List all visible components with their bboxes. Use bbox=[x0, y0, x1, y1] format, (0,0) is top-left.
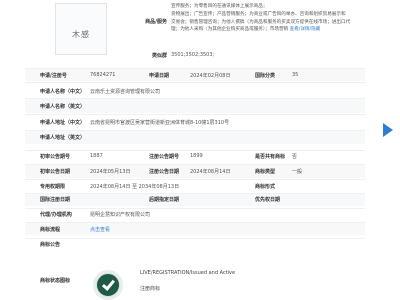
field-value: 否 bbox=[292, 154, 298, 160]
field-value: 云南省昆明市官渡区吴家营街道新亚洲体育城8-10幢1层310号 bbox=[90, 120, 230, 126]
field-label: 后期指定日期 bbox=[149, 197, 180, 203]
field-value: 昆明企慧知识产权有限公司 bbox=[90, 212, 151, 218]
goods-services-content: 宣传服务；为零售目的在通讯媒体上展示商品； 货物展出；广告宣传；产品营销服务；为… bbox=[171, 3, 377, 42]
field-value: 1899 bbox=[190, 153, 203, 159]
goods-line: 理；为他人采购（为其他企业购买商品或服务）；市场营销 查看/详情/隐藏 bbox=[171, 27, 321, 33]
field-value: 2024年05月13日 bbox=[90, 169, 131, 175]
field-value: 1887 bbox=[90, 153, 103, 159]
similar-group-label: 类似群 bbox=[151, 53, 167, 59]
field-label: 注册公告日期 bbox=[149, 169, 180, 175]
status-english: LIVE/REGISTRATION/Issued and Active bbox=[140, 270, 236, 276]
table-row: 商标流程 点击查看 bbox=[25, 222, 365, 235]
trademark-logo: 木感 bbox=[55, 3, 107, 55]
goods-line: 货物展出；广告宣传；产品营销服务；为商业或广告目的举办、咨询和组织贸易展示和 bbox=[171, 11, 346, 17]
arrow-right-icon[interactable] bbox=[380, 122, 396, 138]
field-label: 申请人名称（中文） bbox=[40, 89, 86, 95]
field-label: 优先权日期 bbox=[255, 197, 281, 203]
trademark-logo-text: 木感 bbox=[72, 30, 90, 39]
field-label: 申请日期 bbox=[149, 73, 170, 79]
checkmark-icon bbox=[101, 277, 116, 291]
goods-more-link[interactable]: 查看/详情/隐藏 bbox=[290, 27, 321, 32]
status-row: 商标状态图标 bbox=[25, 252, 365, 300]
field-label: 商标流程 bbox=[40, 227, 61, 233]
field-label: 代理/办理机构 bbox=[40, 212, 72, 218]
field-label: 国际注册日期 bbox=[40, 197, 71, 203]
table-row: 申请人地址（英文） bbox=[25, 130, 365, 144]
table-row: 初审公告日期 2024年05月13日 注册公告日期 2024年08月14日 商标… bbox=[25, 164, 365, 178]
goods-services-label: 商品/服务 bbox=[145, 19, 167, 25]
trademark-detail-panel: 木感 商品/服务 宣传服务；为零售目的在通讯媒体上展示商品； 货物展出；广告宣传… bbox=[25, 0, 365, 300]
registered-status-badge bbox=[93, 270, 123, 300]
table-row: 专用权期限 2024年08月14日 至 2034年08月13日 商标形式 bbox=[25, 179, 365, 192]
field-label: 申请人地址（中文） bbox=[40, 120, 86, 126]
field-label: 申请人名称（英文） bbox=[40, 104, 86, 110]
field-value: 76824271 bbox=[90, 72, 116, 78]
field-label: 注册公告期号 bbox=[149, 154, 180, 160]
table-row: 代理/办理机构 昆明企慧知识产权有限公司 bbox=[25, 208, 365, 221]
table-row: 初审公告期号 1887 注册公告期号 1899 是否共有商标 否 bbox=[25, 150, 365, 163]
field-value: 2024年02月08日 bbox=[190, 73, 231, 79]
field-label: 商标形式 bbox=[255, 184, 276, 190]
field-value: 2024年08月14日 bbox=[190, 169, 231, 175]
status-label: 商标状态图标 bbox=[40, 278, 71, 284]
field-value: 2024年08月14日 至 2034年08月13日 bbox=[90, 184, 180, 190]
table-row: 申请人名称（中文） 云南乐土资源咨询管理有限公司 bbox=[25, 82, 365, 97]
field-label: 初审公告日期 bbox=[40, 169, 71, 175]
field-value: 35 bbox=[292, 72, 299, 78]
similar-group-row: 类似群 3501;3502;3503; bbox=[109, 50, 377, 62]
field-label: 国际分类 bbox=[255, 73, 276, 79]
field-label: 是否共有商标 bbox=[255, 154, 286, 160]
goods-line: 交易会；销售管理咨询；为他人撰稿（为商品和服务的买卖双方提供在线市场；进出口代 bbox=[171, 19, 351, 25]
table-row: 国际注册日期 后期指定日期 优先权日期 bbox=[25, 193, 365, 206]
badge-seal bbox=[96, 273, 120, 297]
goods-line: 宣传服务；为零售目的在通讯媒体上展示商品； bbox=[171, 4, 268, 9]
field-label: 商标类型 bbox=[255, 169, 276, 175]
table-row: 商标公告 bbox=[25, 238, 365, 250]
process-view-link[interactable]: 点击查看 bbox=[90, 226, 110, 233]
field-value: 一般 bbox=[292, 169, 303, 175]
field-label: 申请/注册号 bbox=[40, 73, 67, 79]
table-row: 申请人名称（英文） bbox=[25, 98, 365, 113]
similar-group-value: 3501;3502;3503; bbox=[171, 52, 215, 58]
field-label: 申请人地址（英文） bbox=[40, 135, 86, 141]
table-row: 申请/注册号 76824271 申请日期 2024年02月08日 国际分类 35 bbox=[25, 68, 365, 81]
status-chinese: 注册商标 bbox=[140, 286, 161, 292]
table-row: 申请人地址（中文） 云南省昆明市官渡区吴家营街道新亚洲体育城8-10幢1层310… bbox=[25, 114, 365, 129]
field-label: 商标公告 bbox=[40, 242, 61, 248]
field-label: 专用权期限 bbox=[40, 184, 66, 190]
field-value: 云南乐土资源咨询管理有限公司 bbox=[90, 89, 161, 95]
field-label: 初审公告期号 bbox=[40, 154, 71, 160]
